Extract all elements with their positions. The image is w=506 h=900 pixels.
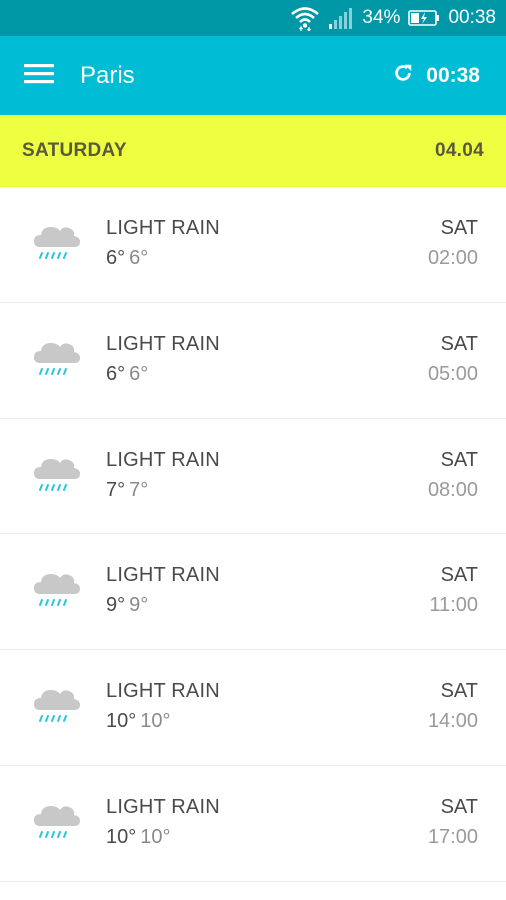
light-rain-icon [32,337,82,383]
forecast-time: 17:00 [427,825,478,848]
last-updated-time: 00:38 [426,63,480,87]
status-time: 00:38 [448,7,496,28]
temp-max: 7° [106,478,126,501]
temp-min: 7° [129,478,149,501]
forecast-day: SAT [440,564,478,587]
temp-min: 10° [140,825,171,848]
forecast-row[interactable]: LIGHT RAIN 6° 6° SAT 05:00 [0,302,506,419]
light-rain-icon [32,684,82,730]
condition-label: LIGHT RAIN [106,564,220,587]
forecast-day: SAT [440,795,478,818]
forecast-time: 11:00 [429,594,478,617]
battery-charging-icon [408,9,440,27]
temp-max: 9° [106,594,126,617]
cell-signal-icon [328,7,354,29]
forecast-row[interactable]: LIGHT RAIN 7° 7° SAT 08:00 [0,418,506,535]
app-bar: Paris 00:38 [0,36,506,115]
temperature: 6° 6° [106,363,148,386]
temp-max: 6° [106,247,126,269]
wifi-icon [290,5,320,31]
forecast-time: 14:00 [427,710,478,733]
temp-min: 6° [129,362,149,385]
temperature: 10° 10° [106,826,171,849]
temperature: 10° 10° [106,710,171,733]
temperature: 6° 6° [106,247,148,270]
condition-label: LIGHT RAIN [106,217,220,239]
light-rain-icon [32,221,82,267]
day-name: SATURDAY [22,140,127,161]
day-header: SATURDAY 04.04 [0,115,506,187]
condition-label: LIGHT RAIN [106,795,220,818]
temperature: 7° 7° [106,479,148,502]
day-date: 04.04 [434,140,484,161]
temp-min: 9° [129,594,149,617]
status-bar: 34% 00:38 [0,0,506,36]
condition-label: LIGHT RAIN [106,680,220,703]
forecast-day: SAT [440,448,478,471]
light-rain-icon [32,453,82,499]
forecast-day: SAT [440,680,478,703]
forecast-row[interactable]: LIGHT RAIN 10° 10° SAT 14:00 [0,650,506,766]
refresh-button[interactable]: 00:38 [392,36,480,115]
forecast-time: 02:00 [427,247,478,269]
temp-max: 6° [106,362,126,385]
temperature: 9° 9° [106,594,148,617]
temp-min: 6° [129,247,149,269]
temp-max: 10° [106,825,137,848]
hamburger-menu-icon[interactable] [24,63,56,89]
condition-label: LIGHT RAIN [106,448,220,471]
forecast-row[interactable]: LIGHT RAIN 6° 6° SAT 02:00 [0,187,506,303]
temp-min: 10° [140,710,171,733]
temp-max: 10° [106,710,137,733]
city-title: Paris [80,62,135,89]
light-rain-icon [32,568,82,614]
forecast-list: LIGHT RAIN 6° 6° SAT 02:00 LIGHT RAIN 6° 6… [0,187,506,882]
refresh-icon[interactable] [392,62,414,89]
forecast-day: SAT [440,217,478,239]
forecast-time: 08:00 [427,478,478,501]
forecast-time: 05:00 [427,362,478,385]
forecast-row[interactable]: LIGHT RAIN 9° 9° SAT 11:00 [0,534,506,651]
light-rain-icon [32,800,82,846]
battery-percent: 34% [362,7,401,28]
forecast-row[interactable]: LIGHT RAIN 10° 10° SAT 17:00 [0,765,506,882]
condition-label: LIGHT RAIN [106,332,220,355]
forecast-day: SAT [440,332,478,355]
